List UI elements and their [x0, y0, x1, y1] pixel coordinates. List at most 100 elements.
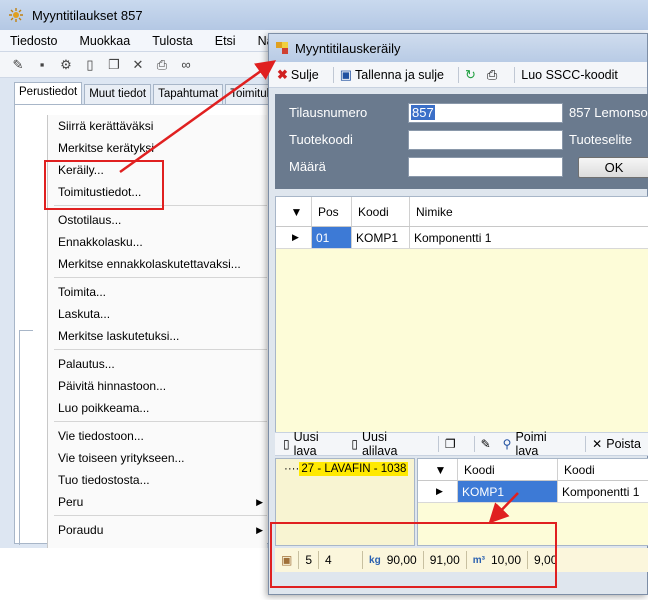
- close-icon: ✖: [277, 66, 288, 82]
- cell-pos[interactable]: 01: [312, 227, 352, 248]
- new-document-icon[interactable]: ▯: [80, 55, 100, 75]
- menu-item-ostotilaus[interactable]: Ostotilaus...: [48, 209, 267, 231]
- submenu-arrow-icon: ▶: [256, 525, 263, 535]
- menu-item-palautus[interactable]: Palautus...: [48, 353, 267, 375]
- inner-frame: [19, 330, 33, 545]
- menu-item-vie-tiedostoon[interactable]: Vie tiedostoon...: [48, 425, 267, 447]
- sscc-button[interactable]: Luo SSCC-koodit: [521, 68, 618, 82]
- menu-tulosta[interactable]: Tulosta: [152, 34, 193, 48]
- tab-tapahtumat[interactable]: Tapahtumat: [153, 84, 224, 104]
- menu-item-paivita-hinnastoon[interactable]: Päivitä hinnastoon...: [48, 375, 267, 397]
- table-row[interactable]: ▶ KOMP1 Komponentti 1: [418, 481, 648, 503]
- menu-item-vie-toiseen[interactable]: Vie toiseen yritykseen...: [48, 447, 267, 469]
- grid-options-icon[interactable]: ▼: [276, 197, 312, 226]
- toolbar-separator: [585, 436, 587, 452]
- menu-muokkaa[interactable]: Muokkaa: [79, 34, 130, 48]
- picking-toolbar: ✖ Sulje ▣ Tallenna ja sulje ↻ ⎙ Luo SSCC-k…: [269, 62, 647, 88]
- cell-nimike[interactable]: Komponentti 1: [410, 227, 648, 248]
- menu-item-laskuta[interactable]: Laskuta...: [48, 303, 267, 325]
- tab-perustiedot[interactable]: Perustiedot: [14, 82, 83, 104]
- new-subpallet-label: Uusi alilava: [361, 430, 398, 458]
- column-koodi[interactable]: Koodi: [352, 197, 410, 226]
- new-subpallet-button[interactable]: ▯ Uusi alilava: [351, 430, 424, 458]
- tools-icon[interactable]: ⚙: [56, 55, 76, 75]
- new-document-icon: ▯: [351, 437, 358, 451]
- menu-item-peru-label: Peru: [58, 495, 84, 509]
- menu-item-merkitse-keratyksi[interactable]: Merkitse kerätyksi: [48, 137, 267, 159]
- order-rows-grid: ▼ Pos Koodi Nimike ▶ 01 KOMP1 Komponentt…: [275, 196, 648, 456]
- menu-etsi[interactable]: Etsi: [215, 34, 236, 48]
- menu-separator: [54, 515, 267, 516]
- column-koodi[interactable]: Koodi: [458, 459, 558, 480]
- column-nimike[interactable]: Nimike: [410, 197, 648, 226]
- menu-separator: [54, 421, 267, 422]
- sscc-label: Luo SSCC-koodit: [521, 67, 618, 82]
- save-close-button[interactable]: ▣ Tallenna ja sulje: [340, 67, 444, 83]
- menu-item-peru[interactable]: Peru ▶: [48, 491, 267, 513]
- menu-item-poraudu[interactable]: Poraudu ▶: [48, 519, 267, 541]
- toolbar-separator: [457, 66, 459, 83]
- refresh-icon: ↻: [464, 66, 476, 82]
- ok-button[interactable]: OK: [578, 157, 648, 178]
- grid-header: ▼ Koodi Koodi: [418, 459, 648, 481]
- product-description-label: Tuoteselite: [569, 132, 633, 147]
- column-pos[interactable]: Pos: [312, 197, 352, 226]
- new-pallet-button[interactable]: ▯ Uusi lava: [283, 430, 343, 458]
- tab-muut-tiedot[interactable]: Muut tiedot: [84, 84, 152, 104]
- new-pallet-label: Uusi lava: [293, 430, 319, 458]
- edit-button[interactable]: ✎: [481, 437, 495, 451]
- menu-tiedosto[interactable]: Tiedosto: [10, 34, 57, 48]
- menu-item-toimita[interactable]: Toimita...: [48, 281, 267, 303]
- menu-item-tuo-tiedostosta[interactable]: Tuo tiedostosta...: [48, 469, 267, 491]
- pallet-toolbar: ▯ Uusi lava ▯ Uusi alilava ❐ ✎ ⚲ Poimi lava…: [275, 430, 648, 458]
- app-icon: [9, 8, 23, 22]
- menu-item-merkitse-laskutetuksi[interactable]: Merkitse laskutetuksi...: [48, 325, 267, 347]
- menu-item-poraudu-label: Poraudu: [58, 523, 104, 537]
- menu-item-luo-poikkeama[interactable]: Luo poikkeama...: [48, 397, 267, 419]
- product-code-input[interactable]: [408, 130, 563, 150]
- copy-icon[interactable]: ❐: [104, 55, 124, 75]
- menu-item-siirra[interactable]: Siirrä kerättäväksi: [48, 115, 267, 137]
- row-indicator-icon: ▶: [276, 227, 312, 248]
- cell-nimike[interactable]: Komponentti 1: [558, 481, 648, 502]
- save-icon[interactable]: ▪: [32, 55, 52, 75]
- back-tabs: Perustiedot Muut tiedot Tapahtumat Toimi…: [14, 82, 285, 106]
- refresh-button[interactable]: ↻: [465, 67, 479, 83]
- edit-icon[interactable]: ✎: [8, 55, 28, 75]
- cell-koodi[interactable]: KOMP1: [458, 481, 558, 502]
- delete-icon[interactable]: ✕: [128, 55, 148, 75]
- order-number-input[interactable]: 857: [408, 103, 563, 123]
- delete-button[interactable]: ✕ Poista: [592, 437, 641, 451]
- quantity-input[interactable]: [408, 157, 563, 177]
- column-koodi-2[interactable]: Koodi: [558, 459, 648, 480]
- close-button[interactable]: ✖ Sulje: [277, 67, 319, 83]
- row-indicator-icon: ▶: [418, 481, 458, 502]
- search-form-panel: Tilausnumero 857 857 Lemonso Tuotekoodi …: [275, 94, 648, 189]
- toolbar-separator: [473, 436, 475, 452]
- grid-header: ▼ Pos Koodi Nimike: [276, 197, 648, 227]
- save-close-label: Tallenna ja sulje: [355, 67, 444, 82]
- menu-item-ennakkolasku[interactable]: Ennakkolasku...: [48, 231, 267, 253]
- picking-window: Myyntitilauskeräily ✖ Sulje ▣ Tallenna ja …: [268, 33, 648, 595]
- order-number-label: Tilausnumero: [289, 105, 368, 120]
- edit-icon: ✎: [480, 437, 491, 451]
- delete-label: Poista: [606, 437, 641, 451]
- tree-node-pallet[interactable]: ···· 27 - LAVAFIN - 1038: [284, 462, 409, 476]
- grid-options-icon[interactable]: ▼: [418, 459, 458, 480]
- new-document-icon: ▯: [283, 437, 290, 451]
- menu-item-merkitse-ennakko[interactable]: Merkitse ennakkolaskutettavaksi...: [48, 253, 267, 275]
- pick-pallet-button[interactable]: ⚲ Poimi lava: [503, 430, 572, 458]
- menu-separator: [54, 349, 267, 350]
- window-icon: [276, 42, 288, 54]
- copy-button[interactable]: ❐: [445, 437, 460, 451]
- delete-icon: ✕: [592, 437, 603, 451]
- table-row[interactable]: ▶ 01 KOMP1 Komponentti 1: [276, 227, 648, 249]
- cell-koodi[interactable]: KOMP1: [352, 227, 410, 248]
- order-description: 857 Lemonso: [569, 105, 648, 120]
- highlight-box-status: [270, 522, 557, 588]
- print-button[interactable]: ⎙: [487, 67, 500, 83]
- search-icon: ⚲: [502, 437, 512, 451]
- toolbar-separator: [514, 66, 516, 83]
- print-icon[interactable]: ⎙: [152, 55, 172, 75]
- binoculars-icon[interactable]: ∞: [176, 55, 196, 75]
